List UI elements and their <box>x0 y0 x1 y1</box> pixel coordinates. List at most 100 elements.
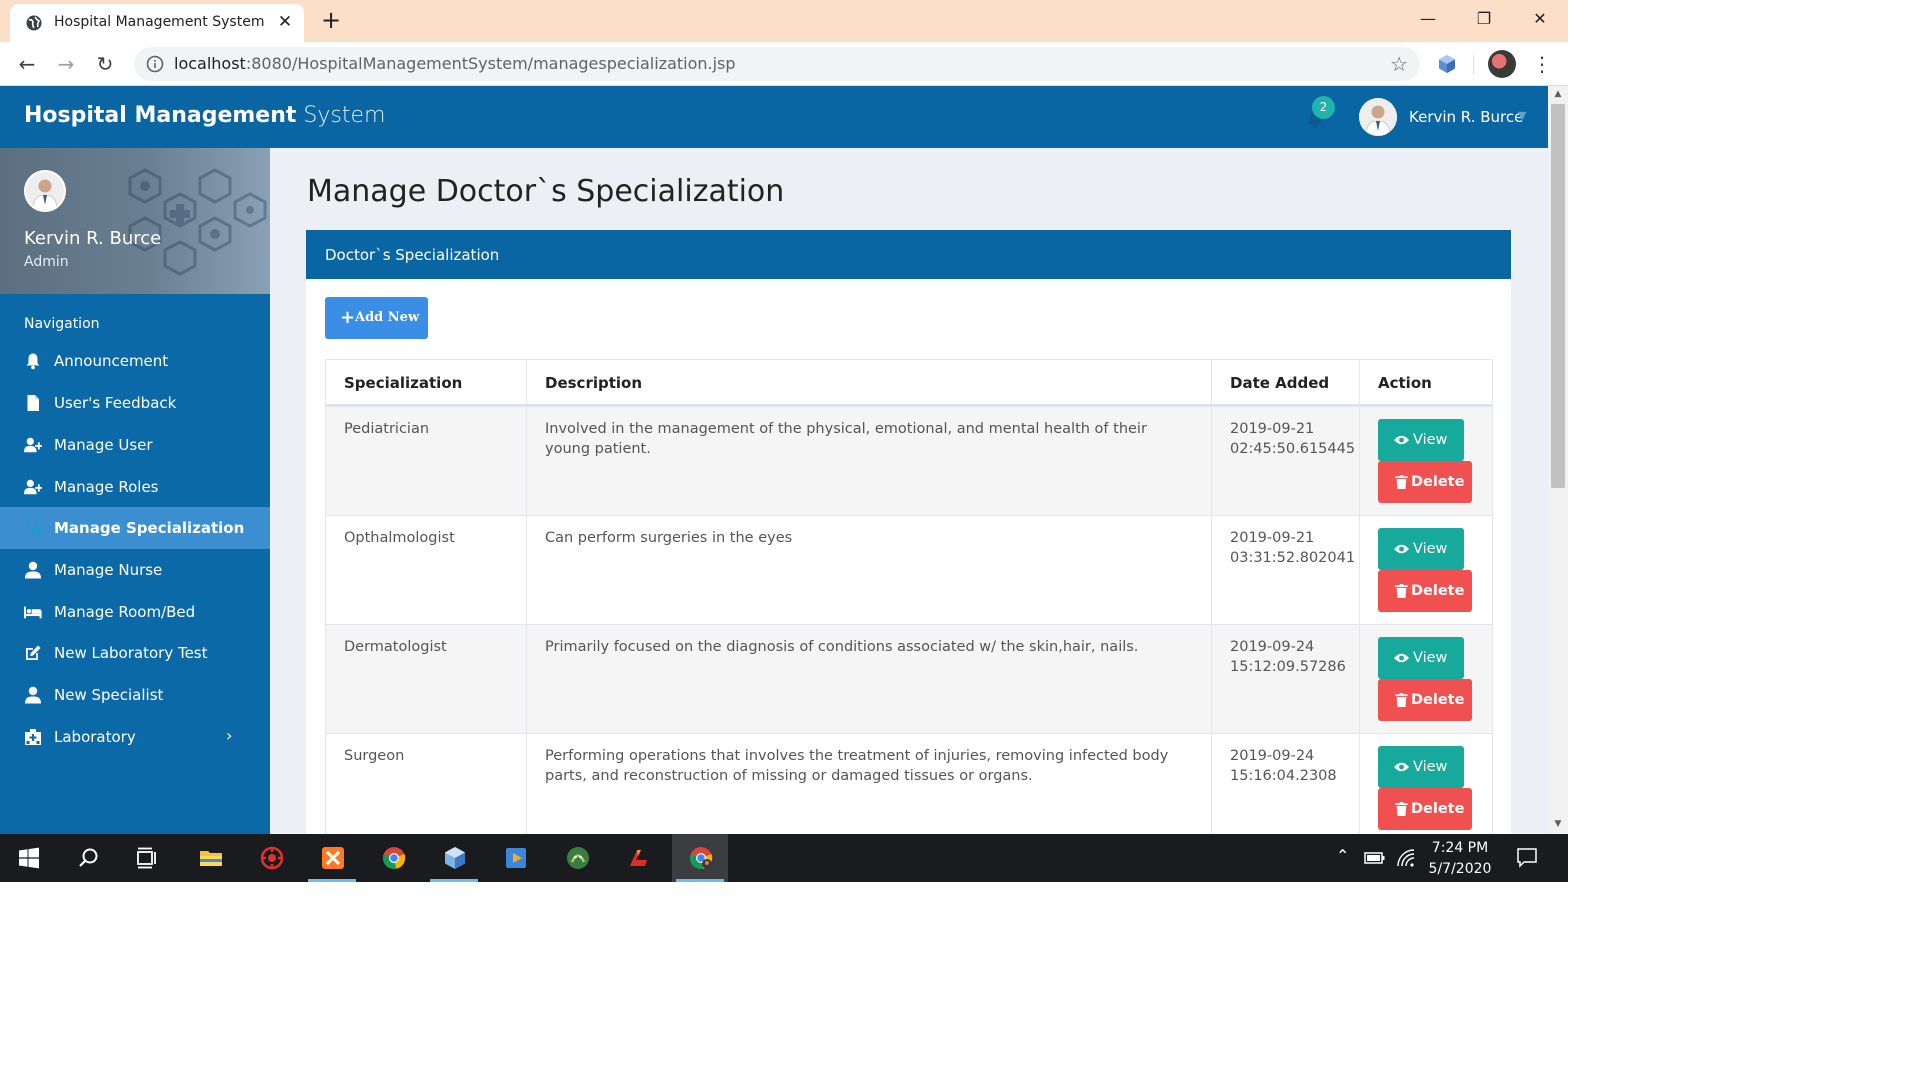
search-button[interactable] <box>60 834 116 882</box>
sidebar-item-label: Manage Nurse <box>54 561 163 579</box>
sidebar-item-announcement[interactable]: Announcement <box>0 340 270 382</box>
time-value: 15:12:09.57286 <box>1230 659 1346 675</box>
windows-taskbar: ⌃ 7:24 PM 5/7/2020 <box>0 834 1568 882</box>
doctor-avatar-icon <box>1359 98 1397 136</box>
specialization-cell: Surgeon <box>344 748 405 764</box>
action-cell: View Delete <box>1359 734 1493 834</box>
tab-close-icon[interactable]: ✕ <box>274 11 296 33</box>
doctor-avatar-icon <box>26 172 64 210</box>
filezilla-icon <box>630 850 647 866</box>
specialization-table: Specialization Description Date Added Ac… <box>325 359 1493 834</box>
windows-logo-icon <box>19 847 39 869</box>
sidebar-item-new-laboratory-test[interactable]: New Laboratory Test <box>0 632 270 674</box>
notification-count-badge[interactable]: 2 <box>1312 96 1335 119</box>
scroll-down-arrow-icon[interactable]: ▼ <box>1552 819 1564 831</box>
avatar <box>24 170 66 212</box>
column-header-date-added[interactable]: Date Added <box>1211 360 1359 406</box>
specialization-cell: Pediatrician <box>344 421 430 437</box>
date-added-cell: 2019-09-21 03:31:52.802041 <box>1211 516 1359 624</box>
reload-icon[interactable]: ↻ <box>92 51 118 77</box>
chrome-icon <box>382 847 406 869</box>
view-button[interactable]: View <box>1378 746 1464 788</box>
add-new-button[interactable]: + Add New <box>325 297 428 339</box>
trash-icon <box>1395 584 1408 598</box>
avatar[interactable] <box>1359 98 1397 136</box>
sidebar-item-label: New Specialist <box>54 686 164 704</box>
chevron-down-icon[interactable]: ▼ <box>1518 109 1526 122</box>
taskbar-chrome[interactable] <box>365 834 421 882</box>
table-row: Opthalmologist Can perform surgeries in … <box>326 515 1492 624</box>
sidebar-item-label: Announcement <box>54 352 169 370</box>
browser-tab-strip: Hospital Management System ✕ + — ❐ ✕ <box>0 0 1568 42</box>
forward-arrow-icon[interactable]: → <box>53 51 79 77</box>
column-header-specialization[interactable]: Specialization <box>326 360 526 406</box>
extension-cube-icon[interactable] <box>1436 53 1458 75</box>
browser-tab[interactable]: Hospital Management System ✕ <box>10 4 304 42</box>
window-close-icon[interactable]: ✕ <box>1526 6 1554 32</box>
taskbar-xampp[interactable] <box>304 834 360 882</box>
browser-profile-avatar[interactable] <box>1488 50 1516 78</box>
battery-icon[interactable] <box>1364 850 1386 866</box>
sidebar-item-users-feedback[interactable]: User's Feedback <box>0 382 270 424</box>
delete-button[interactable]: Delete <box>1378 461 1472 503</box>
brand-logo-text[interactable]: Hospital Management System <box>24 103 385 128</box>
sidebar-item-manage-nurse[interactable]: Manage Nurse <box>0 549 270 591</box>
running-indicator <box>430 879 478 882</box>
restore-icon[interactable]: ❐ <box>1470 6 1498 32</box>
specialization-cell: Dermatologist <box>344 639 447 655</box>
specialization-cell: Opthalmologist <box>344 530 455 546</box>
scroll-up-arrow-icon[interactable]: ▲ <box>1552 89 1564 101</box>
taskbar-virtualbox[interactable] <box>426 834 482 882</box>
taskbar-file-explorer[interactable] <box>182 834 238 882</box>
view-button[interactable]: View <box>1378 528 1464 570</box>
scrollbar-thumb[interactable] <box>1551 104 1565 488</box>
view-button[interactable]: View <box>1378 419 1464 461</box>
delete-button[interactable]: Delete <box>1378 679 1472 721</box>
bookmark-star-icon[interactable]: ☆ <box>1390 52 1408 76</box>
back-arrow-icon[interactable]: ← <box>14 51 40 77</box>
sidebar-item-label: Laboratory <box>54 728 136 746</box>
sidebar-item-manage-room-bed[interactable]: Manage Room/Bed <box>0 591 270 633</box>
chevron-right-icon: › <box>226 726 233 745</box>
taskbar-app-red[interactable] <box>243 834 299 882</box>
task-view-button[interactable] <box>118 834 174 882</box>
time-value: 15:16:04.2308 <box>1230 768 1337 784</box>
header-user-name[interactable]: Kervin R. Burce <box>1409 108 1523 126</box>
user-plus-icon <box>24 479 42 495</box>
date-value: 2019-09-21 <box>1230 421 1315 437</box>
app-header: Hospital Management System <box>0 86 1548 148</box>
task-view-icon <box>137 847 156 869</box>
sidebar-item-laboratory[interactable]: Laboratory › <box>0 716 270 758</box>
wifi-icon[interactable] <box>1396 848 1416 868</box>
browser-menu-icon[interactable]: ⋮ <box>1532 51 1552 77</box>
chevron-up-icon[interactable]: ⌃ <box>1336 846 1349 894</box>
sidebar-item-manage-user[interactable]: Manage User <box>0 424 270 466</box>
clock-time: 7:24 PM <box>1431 840 1489 856</box>
address-bar[interactable]: localhost:8080/HospitalManagementSystem/… <box>134 47 1420 81</box>
sidebar-item-manage-specialization[interactable]: Manage Specialization <box>0 507 270 549</box>
start-button[interactable] <box>0 834 56 882</box>
minimize-icon[interactable]: — <box>1414 6 1442 32</box>
taskbar-android-studio[interactable] <box>549 834 605 882</box>
sidebar-profile-name: Kervin R. Burce <box>24 228 162 249</box>
view-button[interactable]: View <box>1378 637 1464 679</box>
delete-button[interactable]: Delete <box>1378 788 1472 830</box>
taskbar-chrome-active[interactable] <box>672 834 728 882</box>
edit-icon <box>26 645 41 660</box>
sidebar-item-label: Manage Roles <box>54 478 159 496</box>
taskbar-clock[interactable]: 7:24 PM 5/7/2020 <box>1418 838 1502 880</box>
cube-icon <box>445 847 465 869</box>
delete-button[interactable]: Delete <box>1378 570 1472 612</box>
view-label: View <box>1413 432 1448 448</box>
sidebar-item-new-specialist[interactable]: New Specialist <box>0 674 270 716</box>
plus-icon: + <box>340 307 356 328</box>
eye-icon <box>1394 653 1409 663</box>
column-header-description[interactable]: Description <box>526 360 1211 406</box>
notifications-icon[interactable] <box>1516 846 1538 868</box>
new-tab-button[interactable]: + <box>318 6 344 34</box>
taskbar-media-player[interactable] <box>487 834 543 882</box>
page-scrollbar[interactable]: ▲ ▼ <box>1548 86 1568 834</box>
date-added-cell: 2019-09-24 15:12:09.57286 <box>1211 625 1359 733</box>
taskbar-filezilla[interactable] <box>610 834 666 882</box>
sidebar-item-manage-roles[interactable]: Manage Roles <box>0 466 270 508</box>
